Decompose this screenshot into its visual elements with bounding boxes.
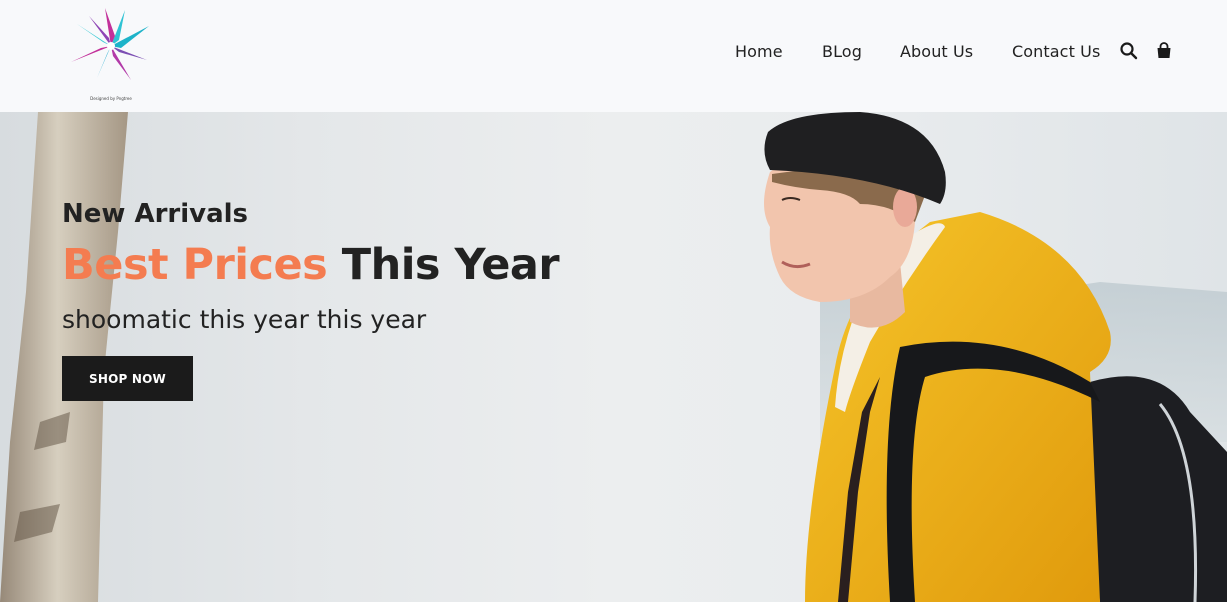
shopping-bag-icon [1157, 42, 1171, 58]
hero-title-accent: Best Prices [62, 240, 328, 290]
logo-caption: Designed by Pngtree [90, 96, 132, 101]
main-nav: Home BLog About Us Contact Us [0, 42, 1227, 66]
hero-kicker: New Arrivals [62, 199, 249, 229]
hero-title-rest: This Year [341, 240, 560, 290]
nav-home[interactable]: Home [735, 42, 783, 61]
hero-subtitle: shoomatic this year this year [62, 305, 427, 334]
hero-title: Best Prices This Year [62, 240, 560, 290]
nav-contact-us[interactable]: Contact Us [1012, 42, 1100, 61]
cart-button[interactable] [1154, 41, 1174, 61]
nav-about-us[interactable]: About Us [900, 42, 973, 61]
search-button[interactable] [1119, 41, 1139, 61]
site-header: Designed by Pngtree Home BLog About Us C… [0, 0, 1227, 112]
shop-now-button[interactable]: SHOP NOW [62, 356, 193, 401]
nav-blog[interactable]: BLog [822, 42, 862, 61]
search-icon [1120, 42, 1138, 60]
hero-banner: New Arrivals Best Prices This Year shoom… [0, 112, 1227, 602]
